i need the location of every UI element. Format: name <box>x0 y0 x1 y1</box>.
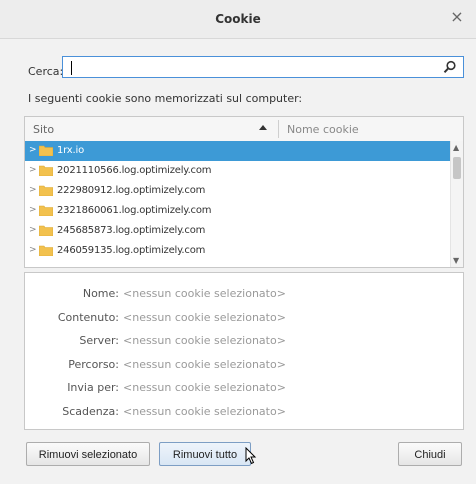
detail-label: Percorso: <box>68 357 119 371</box>
detail-row: Invia per: <nessun cookie selezionato> <box>25 381 463 399</box>
cookie-details-panel: Nome: <nessun cookie selezionato> Contenut… <box>24 272 464 430</box>
row-host: 246059135.log.optimizely.com <box>57 245 206 256</box>
expand-icon[interactable]: > <box>29 145 37 155</box>
scroll-down-icon[interactable]: ▼ <box>453 256 459 265</box>
folder-icon <box>39 185 53 196</box>
title-bar: Cookie × <box>0 0 476 39</box>
detail-value: <nessun cookie selezionato> <box>123 404 286 418</box>
close-button[interactable]: Chiudi <box>398 442 462 466</box>
detail-value: <nessun cookie selezionato> <box>123 310 286 324</box>
scroll-up-icon[interactable]: ▲ <box>453 143 459 152</box>
detail-row: Percorso: <nessun cookie selezionato> <box>25 358 463 376</box>
detail-label: Scadenza: <box>62 404 119 418</box>
mouse-cursor-icon <box>245 447 257 465</box>
close-icon[interactable]: × <box>448 8 466 26</box>
scrollbar-thumb[interactable] <box>453 157 461 179</box>
detail-row: Server: <nessun cookie selezionato> <box>25 334 463 352</box>
tree-rows: >1rx.io >2021110566.log.optimizely.com >22… <box>25 141 451 261</box>
window-title: Cookie <box>215 12 261 26</box>
row-host: 245685873.log.optimizely.com <box>57 225 206 236</box>
detail-value: <nessun cookie selezionato> <box>123 334 286 347</box>
expand-icon[interactable]: > <box>29 245 37 255</box>
detail-row: Scadenza: <nessun cookie selezionato> <box>25 405 463 423</box>
folder-icon <box>39 245 53 256</box>
row-host: 2021110566.log.optimizely.com <box>57 165 212 176</box>
column-header-cookie-name[interactable]: Nome cookie <box>287 123 359 136</box>
expand-icon[interactable]: > <box>29 225 37 235</box>
text-caret <box>71 61 72 75</box>
detail-label: Invia per: <box>67 381 119 394</box>
expand-icon[interactable]: > <box>29 165 37 175</box>
detail-value: <nessun cookie selezionato> <box>123 357 286 371</box>
detail-row: Nome: <nessun cookie selezionato> <box>25 287 463 305</box>
tree-row[interactable]: >2021110566.log.optimizely.com <box>25 161 451 181</box>
column-header-site[interactable]: Sito <box>33 123 54 136</box>
tree-row[interactable]: >245685873.log.optimizely.com <box>25 221 451 241</box>
folder-icon <box>39 145 53 156</box>
detail-value: <nessun cookie selezionato> <box>123 381 286 394</box>
sort-ascending-icon[interactable] <box>259 125 267 130</box>
detail-label: Contenuto: <box>57 310 119 324</box>
tree-row[interactable]: >222980912.log.optimizely.com <box>25 181 451 201</box>
tree-header: Sito Nome cookie <box>25 117 463 142</box>
tree-row[interactable]: >2321860061.log.optimizely.com <box>25 201 451 221</box>
search-icon[interactable] <box>443 60 457 74</box>
row-host: 2321860061.log.optimizely.com <box>57 205 212 216</box>
folder-icon <box>39 225 53 236</box>
detail-row: Contenuto: <nessun cookie selezionato> <box>25 311 463 329</box>
expand-icon[interactable]: > <box>29 185 37 195</box>
detail-label: Server: <box>79 334 119 347</box>
vertical-scrollbar[interactable]: ▲ ▼ <box>450 141 463 267</box>
cookie-tree[interactable]: Sito Nome cookie >1rx.io >2021110566.log.… <box>24 116 464 268</box>
folder-icon <box>39 205 53 216</box>
expand-icon[interactable]: > <box>29 205 37 215</box>
column-separator[interactable] <box>278 120 279 138</box>
row-host: 1rx.io <box>57 145 84 156</box>
detail-value: <nessun cookie selezionato> <box>123 287 286 300</box>
detail-label: Nome: <box>82 287 119 300</box>
tree-row[interactable]: >246059135.log.optimizely.com <box>25 241 451 261</box>
remove-selected-button[interactable]: Rimuovi selezionato <box>26 442 150 466</box>
row-host: 222980912.log.optimizely.com <box>57 185 206 196</box>
tree-row[interactable]: >1rx.io <box>25 141 451 161</box>
stored-cookies-label: I seguenti cookie sono memorizzati sul c… <box>28 92 303 105</box>
folder-icon <box>39 165 53 176</box>
search-input[interactable] <box>62 56 464 78</box>
remove-all-button[interactable]: Rimuovi tutto <box>159 442 251 466</box>
search-label: Cerca: <box>28 65 64 78</box>
